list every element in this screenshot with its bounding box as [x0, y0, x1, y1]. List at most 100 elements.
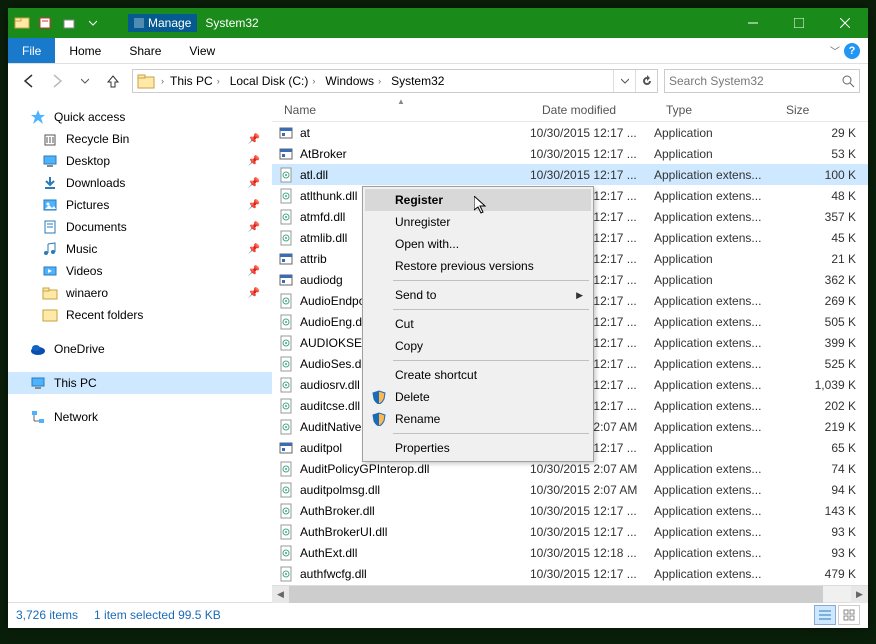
scroll-right-icon[interactable]: ▶	[851, 586, 868, 603]
ribbon: File Home Share View ﹀ ?	[8, 38, 868, 64]
file-type: Application	[654, 252, 774, 266]
scroll-thumb[interactable]	[289, 586, 823, 603]
chevron-right-icon: ▶	[576, 290, 583, 301]
recent-locations-button[interactable]	[72, 68, 98, 94]
back-button[interactable]	[16, 68, 42, 94]
address-bar[interactable]: › This PC› Local Disk (C:)› Windows› Sys…	[132, 69, 658, 93]
view-details-button[interactable]	[814, 605, 836, 625]
context-menu-item[interactable]: Properties	[365, 437, 591, 459]
col-date[interactable]: Date modified	[530, 98, 654, 121]
context-menu-item[interactable]: Create shortcut	[365, 364, 591, 386]
qat-new-folder[interactable]	[58, 12, 80, 34]
file-row[interactable]: atl.dll10/30/2015 12:17 ...Application e…	[272, 164, 868, 185]
file-date: 10/30/2015 12:17 ...	[530, 525, 654, 539]
file-type: Application	[654, 147, 774, 161]
file-row[interactable]: AuthBroker.dll10/30/2015 12:17 ...Applic…	[272, 500, 868, 521]
file-row[interactable]: auditpolmsg.dll10/30/2015 2:07 AMApplica…	[272, 479, 868, 500]
file-type: Application	[654, 126, 774, 140]
tab-home[interactable]: Home	[55, 38, 115, 63]
maximize-button[interactable]	[776, 8, 822, 38]
breadcrumb-item[interactable]: Windows›	[321, 70, 387, 92]
context-menu-item[interactable]: Rename	[365, 408, 591, 430]
context-menu-item[interactable]: Register	[365, 189, 591, 211]
file-date: 10/30/2015 12:18 ...	[530, 546, 654, 560]
nav-pinned-item[interactable]: Downloads📌	[8, 172, 272, 194]
tab-share[interactable]: Share	[115, 38, 175, 63]
nav-this-pc[interactable]: This PC	[8, 372, 272, 394]
help-button[interactable]: ?	[844, 43, 860, 59]
titlebar: Manage System32	[8, 8, 868, 38]
qat-dropdown[interactable]	[82, 12, 104, 34]
breadcrumb-item[interactable]: This PC›	[166, 70, 226, 92]
breadcrumb-item[interactable]: System32	[387, 70, 448, 92]
expand-ribbon-icon[interactable]: ﹀	[830, 43, 840, 58]
sort-indicator-icon: ▲	[397, 97, 405, 106]
file-row[interactable]: AuthBrokerUI.dll10/30/2015 12:17 ...Appl…	[272, 521, 868, 542]
pin-icon: 📌	[248, 266, 260, 277]
file-name: at	[300, 126, 310, 140]
qat-properties[interactable]	[34, 12, 56, 34]
file-type: Application extens...	[654, 315, 774, 329]
search-input[interactable]: Search System32	[664, 69, 860, 93]
context-menu-item[interactable]: Send to▶	[365, 284, 591, 306]
shield-icon	[371, 411, 387, 427]
pin-icon: 📌	[248, 222, 260, 233]
pin-icon: 📌	[248, 134, 260, 145]
breadcrumb-item[interactable]: Local Disk (C:)›	[226, 70, 322, 92]
file-type: Application extens...	[654, 168, 774, 182]
horizontal-scrollbar[interactable]: ◀ ▶	[272, 585, 868, 602]
file-name: auditpol	[300, 441, 342, 455]
file-size: 21 K	[774, 252, 868, 266]
col-type[interactable]: Type	[654, 98, 774, 121]
file-icon	[278, 461, 294, 477]
context-menu-item[interactable]: Cut	[365, 313, 591, 335]
file-icon	[278, 251, 294, 267]
documents-icon	[42, 219, 58, 235]
nav-pinned-item[interactable]: Recycle Bin📌	[8, 128, 272, 150]
file-name: atmlib.dll	[300, 231, 347, 245]
nav-quick-access[interactable]: Quick access	[8, 106, 272, 128]
nav-pinned-item[interactable]: Desktop📌	[8, 150, 272, 172]
file-date: 10/30/2015 2:07 AM	[530, 483, 654, 497]
nav-pinned-item[interactable]: winaero📌	[8, 282, 272, 304]
file-size: 93 K	[774, 546, 868, 560]
context-menu-item[interactable]: Copy	[365, 335, 591, 357]
file-name: AuthExt.dll	[300, 546, 357, 560]
close-button[interactable]	[822, 8, 868, 38]
address-dropdown[interactable]	[613, 70, 635, 92]
file-row[interactable]: at10/30/2015 12:17 ...Application29 K	[272, 122, 868, 143]
nav-onedrive[interactable]: OneDrive	[8, 338, 272, 360]
up-button[interactable]	[100, 68, 126, 94]
context-menu-item[interactable]: Restore previous versions	[365, 255, 591, 277]
file-icon	[278, 440, 294, 456]
file-row[interactable]: AuthExt.dll10/30/2015 12:18 ...Applicati…	[272, 542, 868, 563]
file-icon	[278, 125, 294, 141]
file-icon	[278, 167, 294, 183]
col-size[interactable]: Size	[774, 98, 868, 121]
nav-pinned-item[interactable]: Videos📌	[8, 260, 272, 282]
context-menu-item[interactable]: Unregister	[365, 211, 591, 233]
nav-pinned-item[interactable]: Documents📌	[8, 216, 272, 238]
nav-recent-folders[interactable]: Recent folders	[8, 304, 272, 326]
nav-network[interactable]: Network	[8, 406, 272, 428]
file-row[interactable]: AtBroker10/30/2015 12:17 ...Application5…	[272, 143, 868, 164]
tab-view[interactable]: View	[175, 38, 229, 63]
file-type: Application extens...	[654, 525, 774, 539]
file-size: 357 K	[774, 210, 868, 224]
refresh-button[interactable]	[635, 70, 657, 92]
file-type: Application	[654, 273, 774, 287]
scroll-left-icon[interactable]: ◀	[272, 586, 289, 603]
nav-pinned-item[interactable]: Pictures📌	[8, 194, 272, 216]
file-row[interactable]: authfwcfg.dll10/30/2015 12:17 ...Applica…	[272, 563, 868, 584]
minimize-button[interactable]	[730, 8, 776, 38]
file-name: audiosrv.dll	[300, 378, 360, 392]
tab-file[interactable]: File	[8, 38, 55, 63]
context-menu-item[interactable]: Open with...	[365, 233, 591, 255]
view-large-button[interactable]	[838, 605, 860, 625]
col-name[interactable]: ▲Name	[272, 98, 530, 121]
chevron-right-icon[interactable]: ›	[159, 76, 166, 86]
nav-pinned-item[interactable]: Music📌	[8, 238, 272, 260]
forward-button[interactable]	[44, 68, 70, 94]
context-menu-item[interactable]: Delete	[365, 386, 591, 408]
navigation-pane: Quick access Recycle Bin📌Desktop📌Downloa…	[8, 98, 272, 602]
